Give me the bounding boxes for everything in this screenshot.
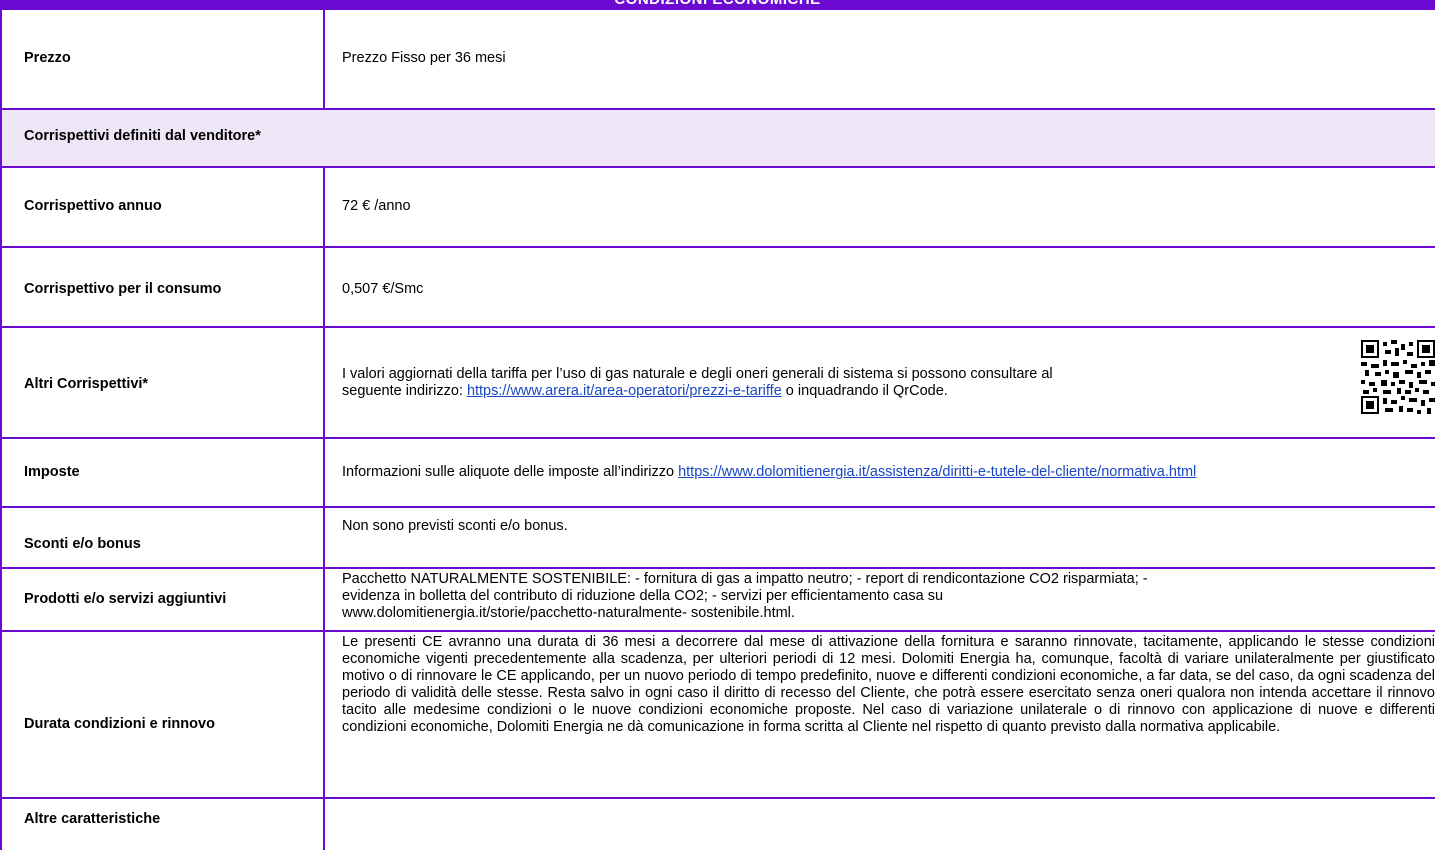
text-prefix: Informazioni sulle aliquote delle impost… [342, 464, 679, 480]
row-section-label: Corrispettivi definiti dal venditore* [24, 128, 261, 144]
section-header: CONDIZIONI ECONOMICHE [0, 0, 1435, 10]
row-label: Corrispettivo annuo [24, 198, 162, 214]
qr-code-icon [1361, 340, 1435, 414]
row-label: Altre caratteristiche [24, 811, 161, 827]
row-value: Prezzo Fisso per 36 mesi [342, 50, 506, 66]
row-sconti: Sconti e/o bonus Non sono previsti scont… [2, 508, 1435, 569]
row-altri-corrispettivi: Altri Corrispettivi* I valori aggiornati… [2, 328, 1435, 439]
text-prefix: seguente indirizzo: [342, 383, 467, 399]
section-title: CONDIZIONI ECONOMICHE [0, 0, 1435, 8]
row-label: Sconti e/o bonus [24, 536, 141, 552]
row-label: Durata condizioni e rinnovo [24, 716, 215, 732]
row-label: Corrispettivo per il consumo [24, 281, 222, 297]
row-durata: Durata condizioni e rinnovo Le presenti … [2, 632, 1435, 799]
text-line: Pacchetto NATURALMENTE SOSTENIBILE: - fo… [342, 571, 1148, 587]
row-prezzo: Prezzo Prezzo Fisso per 36 mesi [2, 10, 1435, 110]
row-altre: Altre caratteristiche [2, 799, 1435, 850]
conditions-table: Prezzo Prezzo Fisso per 36 mesi Corrispe… [0, 10, 1435, 850]
row-imposte: Imposte Informazioni sulle aliquote dell… [2, 439, 1435, 508]
text-line: evidenza in bolletta del contributo di r… [342, 588, 944, 604]
arera-link[interactable]: https://www.arera.it/area-operatori/prez… [467, 383, 782, 399]
row-label: Prezzo [24, 50, 71, 66]
row-label: Altri Corrispettivi* [24, 376, 149, 392]
row-corrispettivo-annuo: Corrispettivo annuo 72 € /anno [2, 168, 1435, 248]
row-value: Le presenti CE avranno una durata di 36 … [342, 634, 1435, 735]
text-line: www.dolomitienergia.it/storie/pacchetto-… [342, 605, 795, 621]
row-value: 72 € /anno [342, 198, 411, 214]
text-suffix: o inquadrando il QrCode. [781, 383, 948, 399]
row-value: Pacchetto NATURALMENTE SOSTENIBILE: - fo… [342, 571, 1148, 622]
row-value: Informazioni sulle aliquote delle impost… [342, 464, 1196, 481]
row-value: I valori aggiornati della tariffa per l’… [342, 366, 1053, 400]
text-line: I valori aggiornati della tariffa per l’… [342, 366, 1053, 382]
row-prodotti: Prodotti e/o servizi aggiuntivi Pacchett… [2, 569, 1435, 632]
text-line: seguente indirizzo: https://www.arera.it… [342, 383, 1053, 400]
column-divider [323, 10, 325, 110]
row-value: Non sono previsti sconti e/o bonus. [342, 518, 568, 534]
row-corrispettivi-venditore: Corrispettivi definiti dal venditore* [2, 110, 1435, 168]
row-label: Prodotti e/o servizi aggiuntivi [24, 591, 227, 607]
row-label: Imposte [24, 464, 80, 480]
column-divider [323, 168, 325, 850]
normativa-link[interactable]: https://www.dolomitienergia.it/assistenz… [678, 464, 1196, 480]
row-value: 0,507 €/Smc [342, 281, 424, 297]
row-corrispettivo-consumo: Corrispettivo per il consumo 0,507 €/Smc [2, 248, 1435, 328]
